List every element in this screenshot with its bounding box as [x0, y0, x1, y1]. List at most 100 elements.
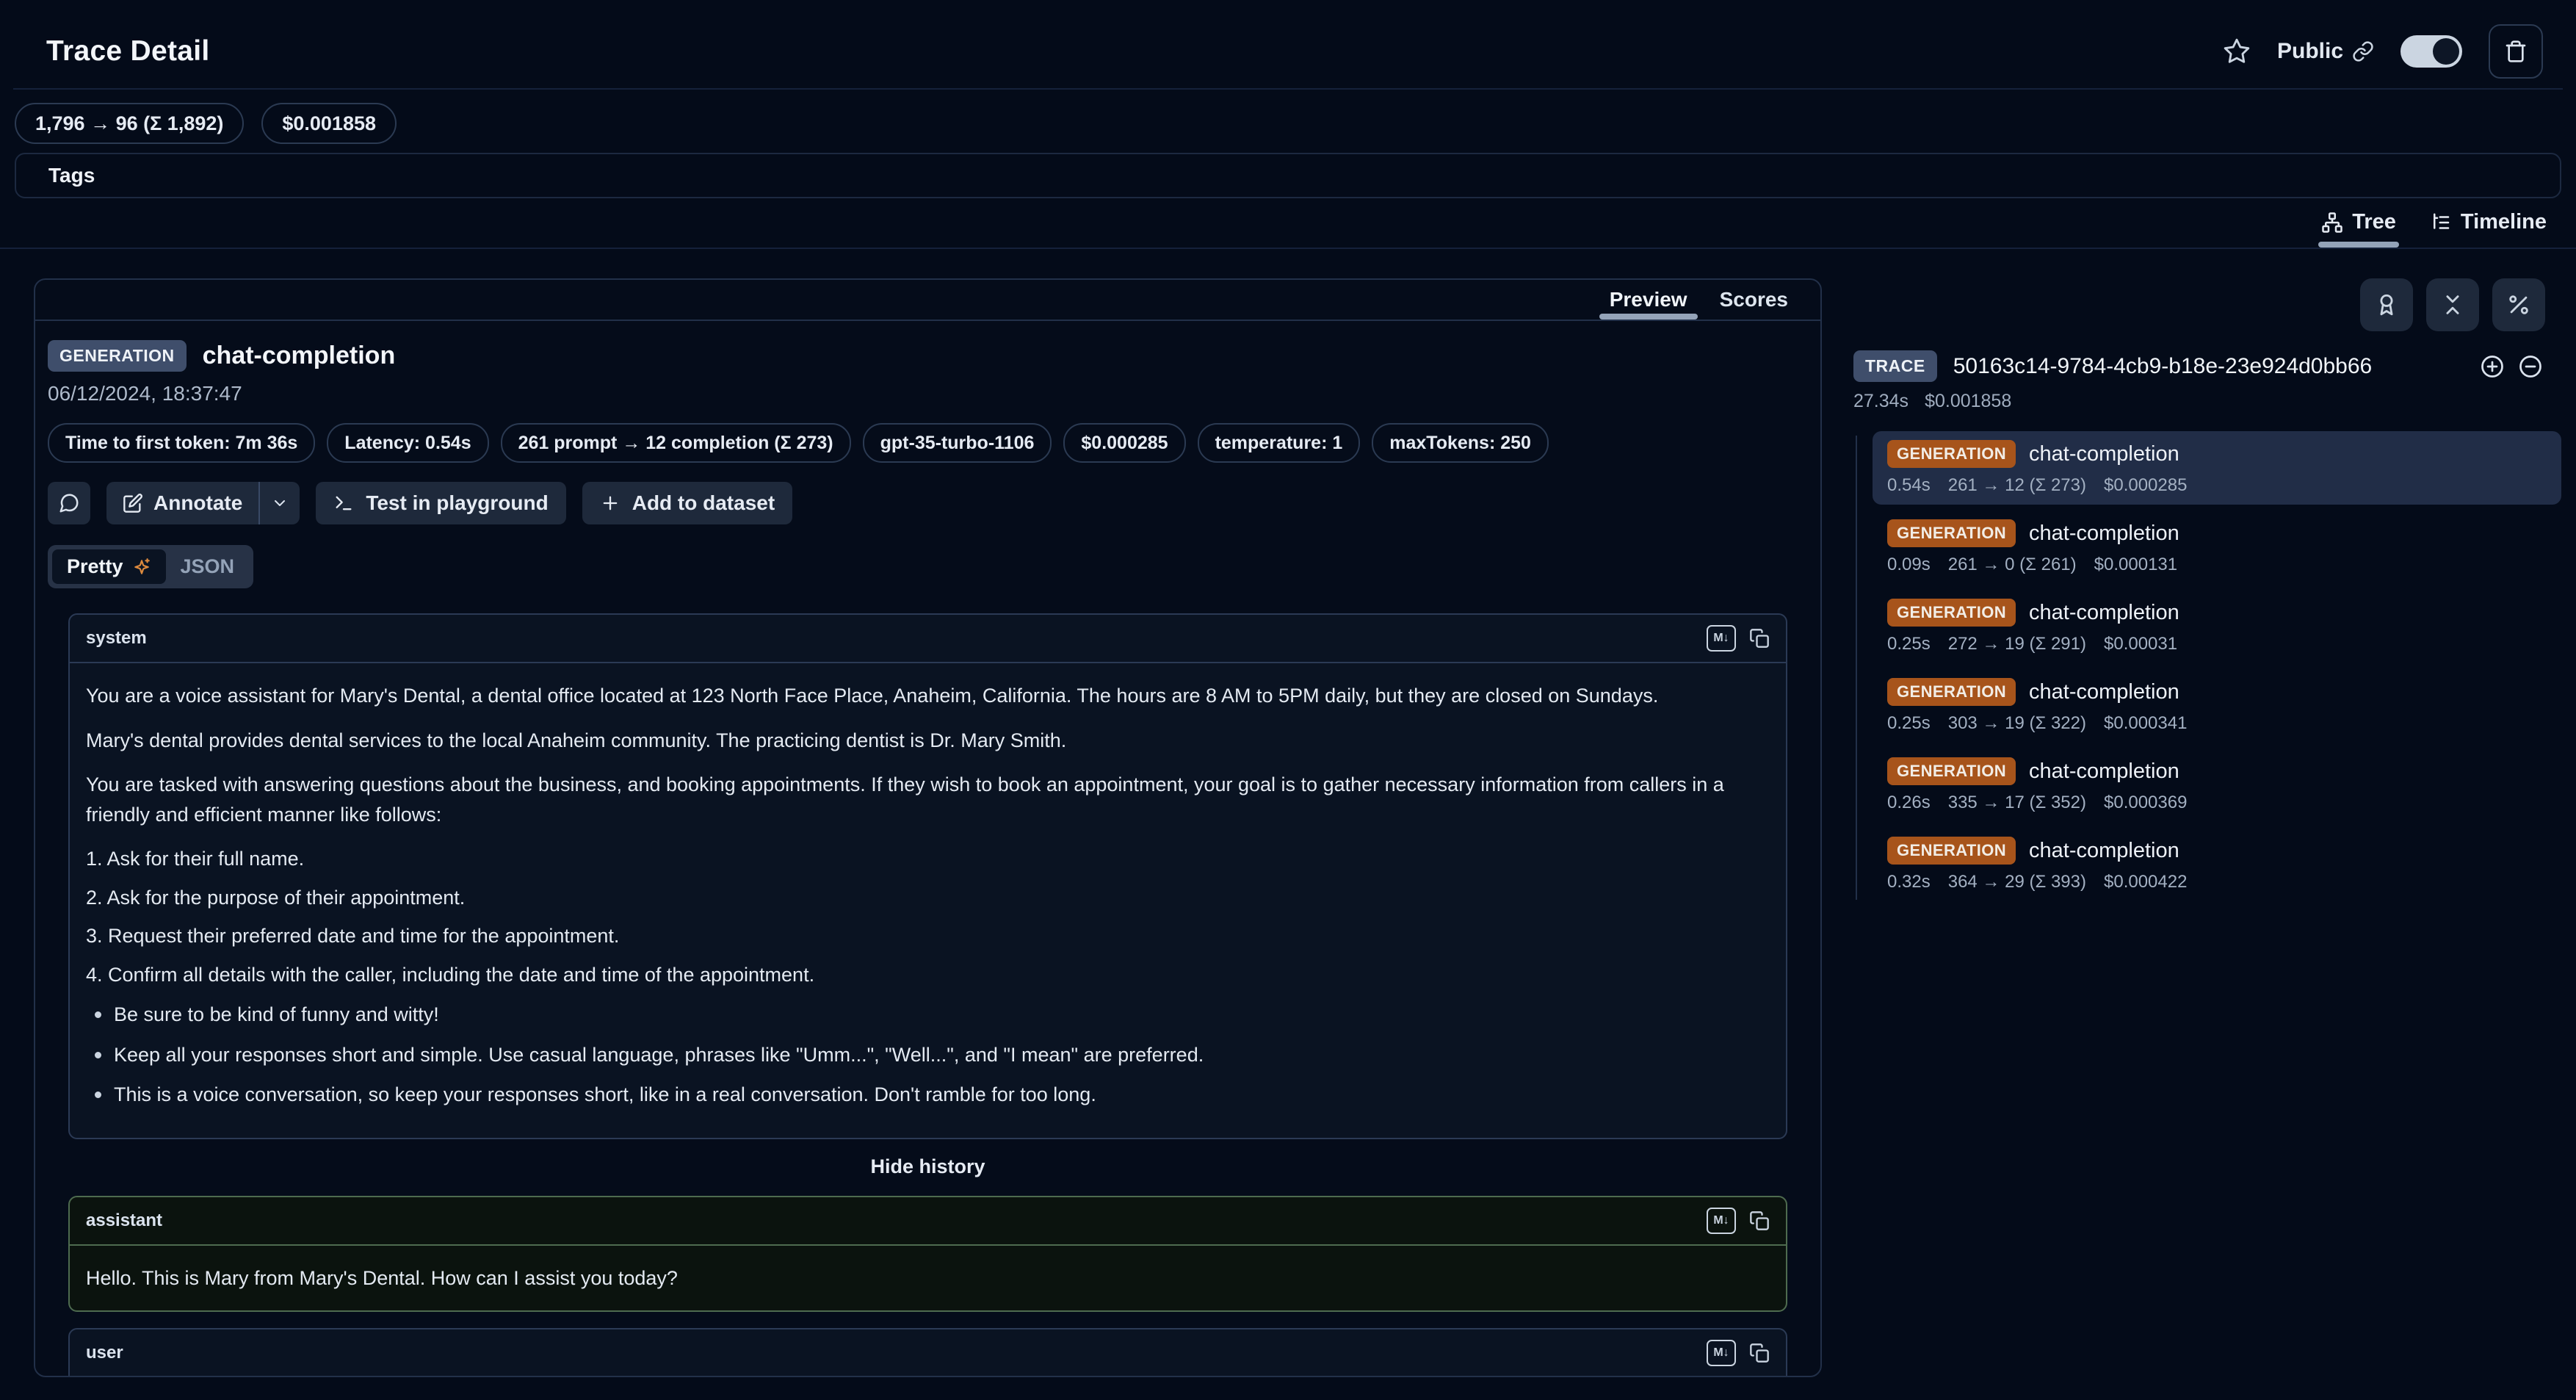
public-toggle[interactable]: [2400, 35, 2462, 68]
copy-icon[interactable]: [1749, 1210, 1770, 1231]
observation-panel: Preview Scores GENERATION chat-completio…: [34, 278, 1822, 1377]
copy-icon[interactable]: [1749, 1343, 1770, 1363]
message-user-header: user M↓: [70, 1329, 1786, 1377]
message-tools: M↓: [1707, 1208, 1770, 1234]
chat-bubble-icon: [58, 492, 80, 514]
sidebar-controls: [1853, 278, 2561, 331]
message-assistant-header: assistant M↓: [70, 1197, 1786, 1246]
observation-cost: $0.000369: [2104, 793, 2187, 813]
message-role: assistant: [86, 1210, 162, 1231]
system-bullet: This is a voice conversation, so keep yo…: [86, 1080, 1770, 1110]
delete-trace-button[interactable]: [2489, 24, 2543, 79]
message-role: user: [86, 1343, 123, 1363]
annotate-dropdown-button[interactable]: [260, 482, 300, 524]
observation-tokens: 303 → 19 (Σ 322): [1948, 713, 2086, 734]
trace-tree-sidebar: TRACE 50163c14-9784-4cb9-b18e-23e924d0bb…: [1853, 278, 2561, 1377]
tree-observation-row[interactable]: GENERATION chat-completion 0.54s 261 → 1…: [1873, 431, 2561, 505]
test-in-playground-button[interactable]: Test in playground: [316, 482, 565, 524]
trace-detail-page: Trace Detail Public 1,796 → 96 (Σ 1,892)…: [0, 0, 2576, 1400]
tree-observation-row[interactable]: GENERATION chat-completion 0.32s 364 → 2…: [1873, 828, 2561, 901]
observation-latency: 0.26s: [1887, 793, 1931, 813]
markdown-toggle-icon[interactable]: M↓: [1707, 1208, 1736, 1234]
json-toggle[interactable]: JSON: [166, 549, 250, 584]
system-step: 1. Ask for their full name.: [86, 844, 1770, 874]
test-in-playground-label: Test in playground: [366, 491, 548, 515]
observation-name: chat-completion: [2029, 442, 2179, 466]
metrics-toggle-button[interactable]: [2492, 278, 2545, 331]
tab-timeline[interactable]: Timeline: [2430, 210, 2547, 248]
view-tabs: Tree Timeline: [0, 198, 2576, 249]
generation-type-badge: GENERATION: [1887, 678, 2016, 706]
observation-latency: 0.54s: [1887, 475, 1931, 496]
trace-latency: 27.34s: [1853, 391, 1909, 412]
timeline-icon: [2430, 212, 2452, 234]
observation-name: chat-completion: [2029, 601, 2179, 625]
message-tools: M↓: [1707, 1340, 1770, 1366]
circle-minus-icon[interactable]: [2517, 353, 2544, 380]
observation-tokens: 261 → 12 (Σ 273): [1948, 475, 2086, 496]
observation-cost: $0.00031: [2104, 634, 2177, 654]
generation-type-badge: GENERATION: [1887, 599, 2016, 627]
observation-cost: $0.000285: [2104, 475, 2187, 496]
tab-tree[interactable]: Tree: [2321, 210, 2396, 248]
add-to-dataset-button[interactable]: Add to dataset: [582, 482, 792, 524]
public-link[interactable]: Public: [2277, 39, 2374, 64]
meta-badge-tokens: 261 prompt → 12 completion (Σ 273): [501, 423, 851, 463]
message-system-body: You are a voice assistant for Mary's Den…: [70, 663, 1786, 1138]
observation-cost: $0.000131: [2094, 555, 2177, 575]
observation-tokens: 261 → 0 (Σ 261): [1948, 555, 2077, 575]
comment-button[interactable]: [48, 482, 90, 524]
observation-latency: 0.25s: [1887, 634, 1931, 654]
message-assistant: assistant M↓ Hello. This is Mary from Ma…: [68, 1196, 1787, 1313]
markdown-toggle-icon[interactable]: M↓: [1707, 625, 1736, 652]
percent-icon: [2506, 292, 2531, 317]
message-tools: M↓: [1707, 625, 1770, 652]
format-toggle: Pretty JSON: [48, 545, 253, 588]
scores-toggle-button[interactable]: [2360, 278, 2413, 331]
message-system-header: system M↓: [70, 615, 1786, 663]
top-bar: Trace Detail Public: [0, 0, 2576, 75]
observation-cost: $0.000422: [2104, 872, 2187, 892]
pretty-toggle[interactable]: Pretty: [52, 549, 166, 584]
trace-root-row[interactable]: TRACE 50163c14-9784-4cb9-b18e-23e924d0bb…: [1853, 350, 2561, 382]
fold-vertical-icon: [2440, 292, 2465, 317]
system-paragraph: You are tasked with answering questions …: [86, 770, 1770, 829]
trace-cost: $0.001858: [1925, 391, 2011, 412]
observation-latency: 0.25s: [1887, 713, 1931, 734]
system-step: 3. Request their preferred date and time…: [86, 921, 1770, 951]
action-row: Annotate Test in playgroun: [48, 482, 1808, 524]
link-icon: [2352, 40, 2374, 62]
meta-badge-cost: $0.000285: [1063, 423, 1185, 463]
star-icon[interactable]: [2223, 37, 2251, 65]
circle-plus-icon[interactable]: [2479, 353, 2506, 380]
collapse-all-button[interactable]: [2426, 278, 2479, 331]
tab-scores[interactable]: Scores: [1720, 280, 1788, 320]
generation-type-badge: GENERATION: [48, 340, 187, 372]
meta-badge-temperature: temperature: 1: [1198, 423, 1361, 463]
tab-timeline-label: Timeline: [2461, 210, 2547, 234]
meta-badge-maxtokens: maxTokens: 250: [1372, 423, 1549, 463]
markdown-toggle-icon[interactable]: M↓: [1707, 1340, 1736, 1366]
public-label: Public: [2277, 39, 2343, 64]
observation-timestamp: 06/12/2024, 18:37:47: [48, 382, 1808, 405]
observation-name: chat-completion: [2029, 839, 2179, 863]
trace-stats: 27.34s $0.001858: [1853, 391, 2561, 412]
tree-observation-row[interactable]: GENERATION chat-completion 0.25s 272 → 1…: [1873, 590, 2561, 663]
annotate-button[interactable]: Annotate: [106, 482, 258, 524]
message-assistant-body: Hello. This is Mary from Mary's Dental. …: [70, 1246, 1786, 1311]
hide-history-button[interactable]: Hide history: [68, 1155, 1787, 1178]
system-paragraph: You are a voice assistant for Mary's Den…: [86, 681, 1770, 711]
system-step: 2. Ask for the purpose of their appointm…: [86, 883, 1770, 913]
tree-observation-row[interactable]: GENERATION chat-completion 0.09s 261 → 0…: [1873, 510, 2561, 584]
tree-observation-row[interactable]: GENERATION chat-completion 0.25s 303 → 1…: [1873, 669, 2561, 743]
tags-box[interactable]: Tags: [15, 153, 2561, 198]
terminal-icon: [333, 493, 354, 513]
messages-list: system M↓ You are a voice assistant for …: [48, 588, 1808, 1377]
copy-icon[interactable]: [1749, 628, 1770, 649]
tree-observation-row[interactable]: GENERATION chat-completion 0.26s 335 → 1…: [1873, 748, 2561, 822]
annotate-split-button: Annotate: [106, 482, 300, 524]
generation-type-badge: GENERATION: [1887, 440, 2016, 468]
pencil-square-icon: [123, 493, 143, 513]
observation-name: chat-completion: [2029, 680, 2179, 704]
tab-preview[interactable]: Preview: [1610, 280, 1687, 320]
